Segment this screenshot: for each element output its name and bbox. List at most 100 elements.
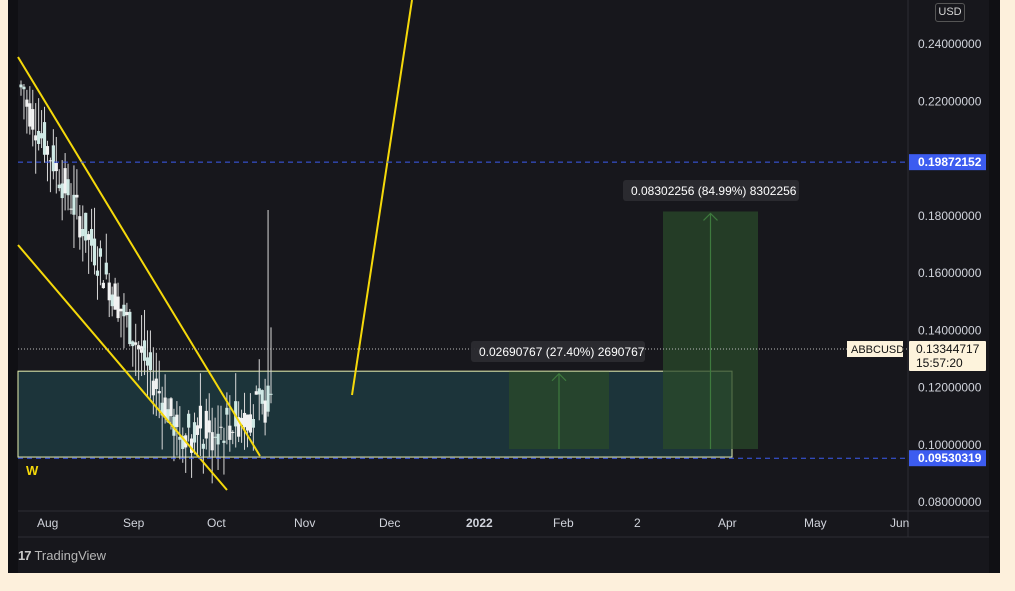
candle-body	[195, 425, 200, 435]
candle-body	[148, 352, 153, 371]
candle-body	[89, 229, 94, 246]
candle-body	[95, 270, 100, 276]
candle-body	[266, 385, 270, 412]
candle-body	[242, 412, 247, 428]
candle-body	[213, 436, 217, 438]
candle-body	[142, 340, 147, 361]
price-line-label: 0.19872152	[918, 155, 982, 169]
symbol-label: ABBCUSD	[851, 344, 904, 356]
candle-body	[72, 194, 76, 215]
candle-body	[19, 84, 23, 88]
candle-body	[81, 229, 85, 237]
candle-body	[116, 296, 120, 319]
candle-body	[104, 262, 108, 275]
candle-body	[192, 422, 197, 443]
measure-label: 0.02690767 (27.40%) 2690767	[479, 345, 645, 359]
tradingview-logo-icon: 17	[18, 548, 32, 563]
price-line-label: 0.09530319	[918, 451, 982, 465]
candle-body	[219, 426, 223, 428]
candle-body	[42, 122, 47, 155]
candle-body	[204, 410, 208, 439]
y-tick-label: 0.10000000	[918, 438, 982, 452]
candle-body	[169, 398, 173, 417]
tradingview-logo[interactable]: 17 TradingView	[18, 548, 106, 563]
candle-body	[269, 393, 273, 395]
candle-body	[228, 425, 232, 440]
chart-window: W 0.19872152 0.09530319 0.13344717 15:57:20…	[8, 0, 1000, 573]
candle-body	[128, 311, 132, 345]
candle-body	[75, 194, 79, 198]
candle-body	[25, 99, 29, 107]
candle-body	[154, 378, 158, 390]
candle-body	[222, 440, 226, 443]
candle-body	[39, 133, 44, 139]
candle-body	[98, 248, 103, 257]
candle-body	[145, 357, 150, 366]
candle-body	[175, 414, 179, 428]
candle-body	[110, 294, 114, 307]
candle-body	[201, 443, 205, 449]
candle-body	[187, 413, 191, 428]
measure-label: 0.08302256 (84.99%) 8302256	[631, 184, 797, 198]
candle-body	[225, 407, 229, 415]
y-tick-label: 0.18000000	[918, 209, 982, 223]
y-tick-label: 0.08000000	[918, 495, 982, 509]
bar-countdown-label: 15:57:20	[916, 356, 963, 370]
candle-body	[231, 431, 235, 433]
chart-canvas[interactable]: W 0.19872152 0.09530319 0.1334471715:57:20…	[8, 0, 1000, 573]
candle-body	[87, 234, 91, 240]
y-tick-label: 0.22000000	[918, 94, 982, 108]
candle-body	[248, 414, 253, 433]
support-zone[interactable]	[17, 370, 733, 458]
x-tick-label: 2022	[466, 516, 493, 530]
x-tick-label: 2	[634, 516, 641, 530]
candle-body	[57, 184, 61, 189]
candle-body	[251, 418, 255, 428]
candle-body	[157, 391, 161, 394]
pattern-label-w: W	[26, 463, 39, 478]
candle-body	[22, 86, 26, 90]
candle-body	[37, 130, 41, 144]
candle-body	[216, 433, 220, 445]
x-tick-label: Oct	[207, 516, 226, 530]
candle-body	[198, 405, 203, 429]
y-tick-label: 0.16000000	[918, 266, 982, 280]
candle-body	[122, 304, 126, 317]
candle-body	[48, 160, 53, 162]
x-tick-label: Nov	[294, 516, 315, 530]
y-tick-label: 0.12000000	[918, 381, 982, 395]
candle-body	[69, 208, 73, 210]
y-tick-label: 0.14000000	[918, 323, 982, 337]
x-tick-label: Jun	[890, 516, 909, 530]
candle-body	[134, 342, 138, 345]
candle-body	[60, 183, 64, 199]
candle-body	[63, 168, 67, 194]
candle-body	[92, 238, 97, 266]
candle-body	[31, 109, 35, 130]
x-tick-label: Aug	[37, 516, 58, 530]
y-tick-label: 0.24000000	[918, 37, 982, 51]
candle-body	[254, 391, 258, 395]
candle-body	[101, 282, 105, 289]
x-tick-label: Dec	[379, 516, 400, 530]
candle-body	[119, 308, 123, 312]
candle-body	[107, 282, 111, 301]
candle-body	[245, 414, 250, 431]
candle-body	[28, 103, 32, 127]
candle-body	[207, 420, 211, 433]
candle-body	[45, 146, 50, 155]
candle-body	[131, 341, 135, 347]
currency-label[interactable]: USD	[935, 3, 965, 22]
candle-body	[125, 312, 129, 316]
candle-body	[84, 212, 88, 241]
candle-body	[257, 388, 261, 395]
candle-body	[113, 283, 117, 310]
candle-body	[66, 179, 70, 196]
candle-body	[54, 163, 58, 172]
projection-trendline[interactable]	[351, 0, 413, 396]
x-tick-label: May	[804, 516, 827, 530]
last-price-label: 0.13344717	[916, 342, 980, 356]
candle-body	[51, 145, 55, 172]
tradingview-brand-text: TradingView	[34, 548, 107, 563]
x-tick-label: Sep	[123, 516, 145, 530]
